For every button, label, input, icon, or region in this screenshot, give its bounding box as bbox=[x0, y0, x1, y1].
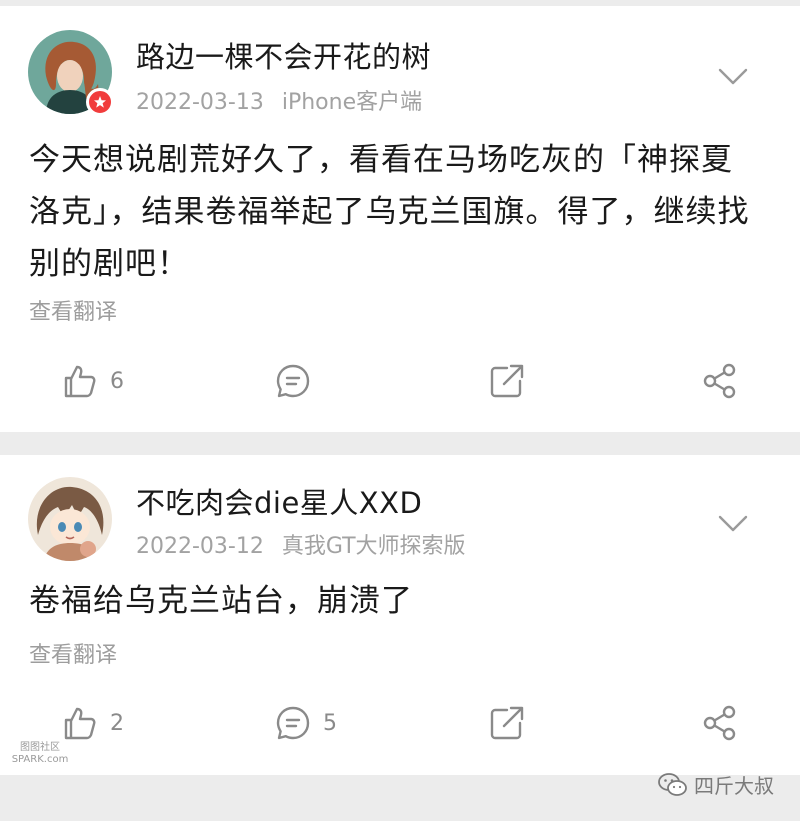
watermark-right-text: 四斤大叔 bbox=[694, 774, 774, 798]
post-meta: 2022-03-13 iPhone客户端 bbox=[136, 84, 422, 116]
share-icon bbox=[703, 705, 736, 741]
post-meta: 2022-03-12 真我GT大师探索版 bbox=[136, 528, 466, 560]
share-button[interactable] bbox=[700, 698, 740, 748]
post-card: 路边一棵不会开花的树 2022-03-13 iPhone客户端 今天想说剧荒好久了… bbox=[0, 6, 800, 432]
watermark-right: 四斤大叔 bbox=[658, 770, 774, 799]
like-button[interactable]: 2 bbox=[60, 698, 124, 748]
like-count: 2 bbox=[110, 710, 124, 736]
chevron-down-icon[interactable] bbox=[718, 68, 748, 86]
translate-link[interactable]: 查看翻译 bbox=[29, 294, 117, 326]
repost-button[interactable] bbox=[487, 356, 527, 406]
action-bar: 2 5 bbox=[0, 698, 800, 748]
repost-button[interactable] bbox=[487, 698, 527, 748]
repost-icon bbox=[490, 364, 524, 398]
comment-button[interactable]: 5 bbox=[273, 698, 337, 748]
thumbs-up-icon bbox=[64, 365, 96, 398]
like-count: 6 bbox=[110, 368, 124, 394]
wechat-icon bbox=[658, 772, 687, 796]
comment-count: 5 bbox=[323, 710, 337, 736]
repost-icon bbox=[490, 706, 524, 740]
avatar[interactable] bbox=[28, 30, 114, 116]
post-date: 2022-03-13 bbox=[136, 90, 264, 115]
post-card: 不吃肉会die星人XXD 2022-03-12 真我GT大师探索版 卷福给乌克兰站… bbox=[0, 455, 800, 775]
post-text: 今天想说剧荒好久了，看看在马场吃灰的「神探夏洛克」，结果卷福举起了乌克兰国旗。得… bbox=[29, 142, 750, 282]
comment-icon bbox=[276, 706, 310, 740]
watermark-left-bottom: SPARK.com bbox=[11, 754, 69, 765]
username[interactable]: 不吃肉会die星人XXD bbox=[136, 480, 422, 522]
like-button[interactable]: 6 bbox=[60, 356, 124, 406]
anime-character-avatar-icon bbox=[28, 477, 112, 561]
post-device: 真我GT大师探索版 bbox=[281, 534, 466, 559]
chevron-down-icon[interactable] bbox=[718, 515, 748, 533]
post-device: iPhone客户端 bbox=[281, 90, 423, 115]
comment-button[interactable] bbox=[273, 356, 323, 406]
feed: 路边一棵不会开花的树 2022-03-13 iPhone客户端 今天想说剧荒好久了… bbox=[0, 0, 800, 821]
avatar[interactable] bbox=[28, 477, 112, 561]
action-bar: 6 bbox=[0, 356, 800, 406]
post-text: 卷福给乌克兰站台，崩溃了 bbox=[29, 583, 413, 619]
watermark-left: 图图社区 SPARK.com bbox=[6, 742, 74, 766]
post-date: 2022-03-12 bbox=[136, 534, 264, 559]
verified-badge-icon bbox=[86, 88, 114, 116]
username[interactable]: 路边一棵不会开花的树 bbox=[136, 34, 431, 76]
share-button[interactable] bbox=[700, 356, 740, 406]
watermark-left-top: 图图社区 bbox=[20, 742, 60, 753]
share-icon bbox=[703, 363, 736, 399]
translate-link[interactable]: 查看翻译 bbox=[29, 637, 117, 669]
thumbs-up-icon bbox=[64, 707, 96, 740]
comment-icon bbox=[276, 364, 310, 398]
